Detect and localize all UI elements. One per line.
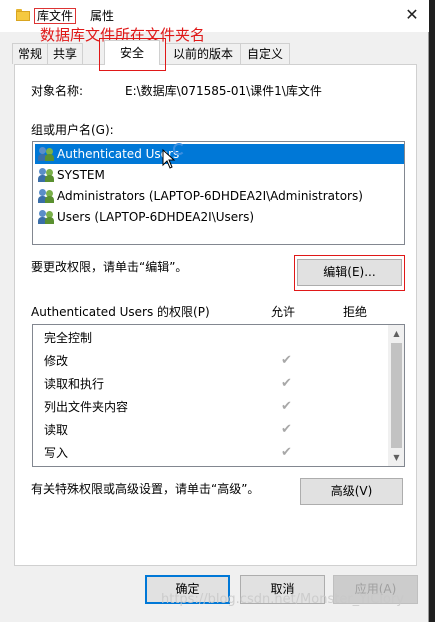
permission-name: 读取和执行 xyxy=(44,377,105,391)
watermark-text: https://blog.csdn.net/Monster_YiClory xyxy=(161,592,404,607)
allow-check-icon: ✔ xyxy=(281,376,292,391)
tab-customize[interactable]: 自定义 xyxy=(240,43,290,64)
permission-name: 修改 xyxy=(44,354,69,368)
scroll-up-icon[interactable]: ▲ xyxy=(388,325,404,342)
tab-previous-versions[interactable]: 以前的版本 xyxy=(165,43,241,64)
security-panel: 对象名称: E:\数据库\071585-01\课件1\库文件 组或用户名(G):… xyxy=(14,64,417,566)
object-name-value: E:\数据库\071585-01\课件1\库文件 xyxy=(125,84,322,98)
user-name: SYSTEM xyxy=(57,168,105,182)
properties-dialog: 库文件 属性 ✕ 数据库文件所在文件夹名 常规 共享 安全 以前的版本 自定义 … xyxy=(0,0,429,622)
users-list[interactable]: Authenticated Users SYSTEM Administrator… xyxy=(32,141,405,245)
permission-row: 写入 ✔ xyxy=(33,442,388,465)
background-window-edge xyxy=(429,0,435,622)
list-item-user[interactable]: Users (LAPTOP-6DHDEA2I\Users) xyxy=(35,207,404,227)
permission-name: 读取 xyxy=(44,423,69,437)
close-button[interactable]: ✕ xyxy=(398,2,426,28)
permission-row: 读取和执行 ✔ xyxy=(33,373,388,396)
object-name-label: 对象名称: xyxy=(31,84,84,98)
edit-annotation-box xyxy=(294,255,405,291)
permissions-title: Authenticated Users 的权限(P) xyxy=(31,305,210,319)
permission-row: 修改 ✔ xyxy=(33,350,388,373)
allow-check-icon: ✔ xyxy=(281,353,292,368)
permission-row: 读取 ✔ xyxy=(33,419,388,442)
user-name: Users (LAPTOP-6DHDEA2I\Users) xyxy=(57,210,255,224)
allow-column-header: 允许 xyxy=(271,305,296,319)
scroll-thumb[interactable] xyxy=(391,343,402,448)
allow-check-icon: ✔ xyxy=(281,399,292,414)
permission-row: 完全控制 xyxy=(33,327,388,350)
tab-sharing[interactable]: 共享 xyxy=(47,43,83,64)
users-group-icon xyxy=(38,147,56,161)
permissions-scrollbar[interactable]: ▲ ▼ xyxy=(388,325,404,466)
group-users-label: 组或用户名(G): xyxy=(31,123,114,137)
scroll-down-icon[interactable]: ▼ xyxy=(388,449,404,466)
permission-name: 写入 xyxy=(44,446,69,460)
users-group-icon xyxy=(38,189,56,203)
change-permissions-hint: 要更改权限，请单击“编辑”。 xyxy=(31,260,188,274)
users-group-icon xyxy=(38,168,56,182)
deny-column-header: 拒绝 xyxy=(343,305,368,319)
permission-name: 列出文件夹内容 xyxy=(44,400,129,414)
user-name: Authenticated Users xyxy=(57,147,180,161)
list-item-user[interactable]: Authenticated Users xyxy=(35,144,404,164)
advanced-hint: 有关特殊权限或高级设置，请单击“高级”。 xyxy=(31,482,260,496)
window-title-suffix: 属性 xyxy=(90,9,115,23)
list-item-user[interactable]: Administrators (LAPTOP-6DHDEA2I\Administ… xyxy=(35,186,404,206)
allow-check-icon: ✔ xyxy=(281,422,292,437)
allow-check-icon: ✔ xyxy=(281,445,292,460)
user-name: Administrators (LAPTOP-6DHDEA2I\Administ… xyxy=(57,189,363,203)
users-group-icon xyxy=(38,210,56,224)
advanced-button[interactable]: 高级(V) xyxy=(300,478,403,505)
folder-icon xyxy=(16,9,30,21)
busy-spinner-icon xyxy=(173,143,185,155)
permission-name: 完全控制 xyxy=(44,331,93,345)
permissions-list[interactable]: 完全控制 修改 ✔ 读取和执行 ✔ 列出文件夹内容 ✔ 读取 ✔ 写入 ✔ ▲ … xyxy=(32,324,405,467)
list-item-user[interactable]: SYSTEM xyxy=(35,165,404,185)
tab-annotation-box xyxy=(99,38,166,71)
tab-general[interactable]: 常规 xyxy=(12,43,48,64)
window-title-name: 库文件 xyxy=(34,8,77,24)
permission-row: 列出文件夹内容 ✔ xyxy=(33,396,388,419)
